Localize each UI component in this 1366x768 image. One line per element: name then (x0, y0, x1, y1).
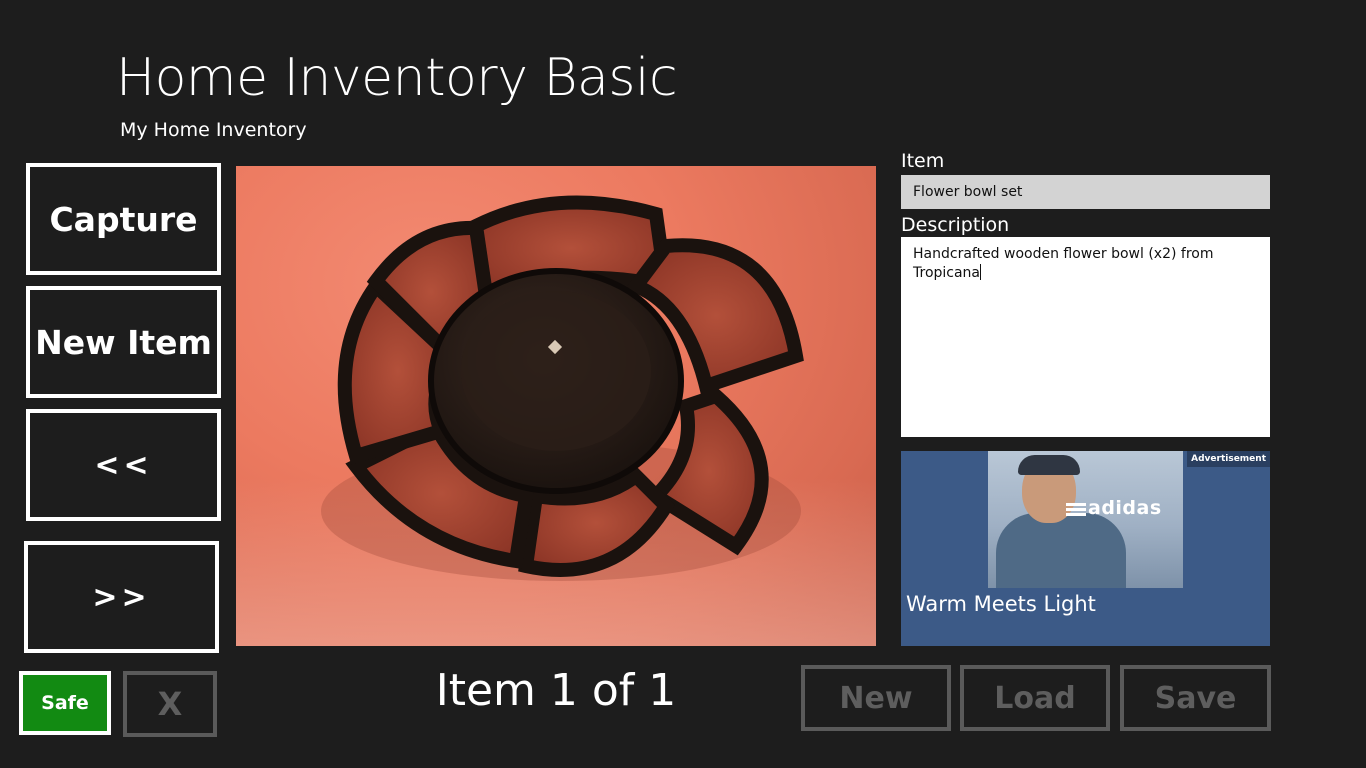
next-item-button[interactable]: >> (24, 541, 219, 653)
app-window: Home Inventory Basic My Home Inventory C… (0, 0, 1366, 768)
close-button[interactable]: X (123, 671, 217, 737)
item-position-status: Item 1 of 1 (435, 665, 677, 716)
ad-image: adidas (988, 451, 1183, 588)
new-button[interactable]: New (801, 665, 951, 731)
ad-headline: Warm Meets Light (906, 592, 1096, 616)
item-label: Item (901, 150, 945, 172)
page-title: Home Inventory Basic (116, 48, 678, 108)
advertisement-tag: Advertisement (1187, 451, 1270, 467)
item-photo (236, 166, 876, 646)
load-button[interactable]: Load (960, 665, 1110, 731)
ad-brand-name: adidas (1088, 497, 1162, 519)
flower-bowl-image (321, 195, 804, 581)
ad-figure-headband (1018, 455, 1080, 475)
safe-button[interactable]: Safe (19, 671, 111, 735)
description-text: Handcrafted wooden flower bowl (x2) from… (913, 246, 1214, 281)
adidas-logo-icon (1066, 503, 1086, 517)
new-item-button[interactable]: New Item (26, 286, 221, 398)
ad-figure-body (996, 513, 1126, 588)
description-label: Description (901, 214, 1010, 236)
previous-item-button[interactable]: << (26, 409, 221, 521)
capture-button[interactable]: Capture (26, 163, 221, 275)
advertisement-banner[interactable]: adidas Advertisement Warm Meets Light (901, 451, 1270, 646)
description-textarea[interactable]: Handcrafted wooden flower bowl (x2) from… (901, 237, 1270, 437)
save-button[interactable]: Save (1120, 665, 1271, 731)
text-cursor (980, 264, 982, 280)
page-subtitle: My Home Inventory (120, 119, 307, 141)
item-name-input[interactable]: Flower bowl set (901, 175, 1270, 209)
